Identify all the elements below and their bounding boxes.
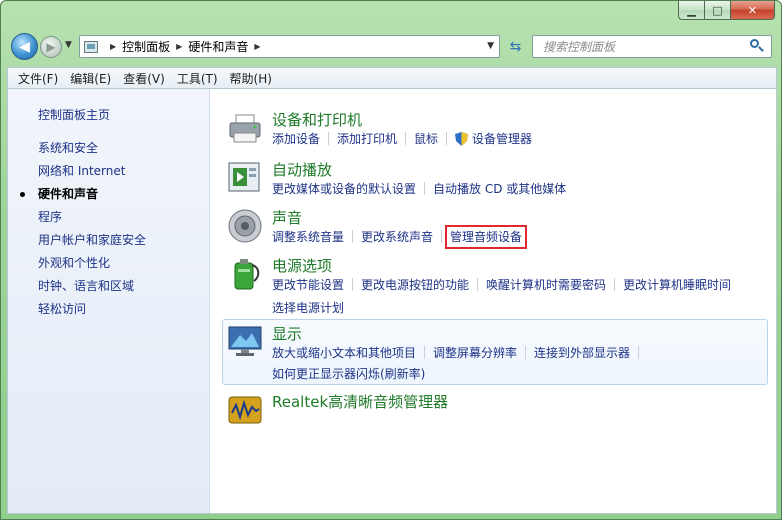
link-change-sleep-time[interactable]: 更改计算机睡眠时间 [623, 278, 731, 292]
recent-pages-dropdown-icon[interactable]: ▼ [65, 40, 72, 50]
sidebar-item-network[interactable]: 网络和 Internet [8, 160, 209, 183]
link-require-password-on-wake[interactable]: 唤醒计算机时需要密码 [486, 278, 606, 292]
menu-edit[interactable]: 编辑(E) [64, 70, 117, 87]
uac-shield-icon [455, 132, 469, 146]
close-button[interactable]: ✕ [731, 1, 775, 20]
autoplay-icon[interactable] [226, 159, 264, 197]
link-change-system-sounds[interactable]: 更改系统声音 [361, 230, 433, 244]
sidebar-item-hardware-sound[interactable]: 硬件和声音 [8, 183, 209, 206]
link-change-power-button[interactable]: 更改电源按钮的功能 [361, 278, 469, 292]
search-box[interactable] [532, 35, 772, 58]
category-title[interactable]: 显示 [272, 323, 302, 344]
search-icon[interactable] [749, 38, 765, 54]
link-device-manager[interactable]: 设备管理器 [472, 132, 532, 146]
speaker-icon[interactable] [226, 207, 264, 245]
refresh-button[interactable]: ⇆ [503, 35, 528, 58]
link-manage-audio-devices[interactable]: 管理音频设备 [445, 225, 528, 249]
link-autoplay-cd[interactable]: 自动播放 CD 或其他媒体 [433, 182, 566, 196]
category-title[interactable]: 电源选项 [272, 255, 332, 276]
address-bar[interactable]: ▶ 控制面板 ▶ 硬件和声音 ▶ ▼ [79, 35, 500, 58]
link-change-power-saving[interactable]: 更改节能设置 [272, 278, 344, 292]
sidebar-item-programs[interactable]: 程序 [8, 206, 209, 229]
link-zoom-text[interactable]: 放大或缩小文本和其他项目 [272, 346, 416, 360]
category-title[interactable]: Realtek高清晰音频管理器 [272, 391, 448, 412]
back-button[interactable]: ◀ [11, 33, 38, 60]
menu-file[interactable]: 文件(F) [12, 70, 64, 87]
forward-button[interactable]: ▶ [40, 36, 62, 58]
main-panel: 设备和打印机 添加设备 添加打印机 鼠标 设备管理器 自动播放 更改媒体或设备的默认设… [210, 89, 776, 513]
sidebar: 控制面板主页 系统和安全 网络和 Internet 硬件和声音 程序 用户帐户和… [8, 89, 210, 513]
search-input[interactable] [541, 38, 741, 55]
breadcrumb-hardware-sound[interactable]: 硬件和声音 [188, 38, 248, 55]
menu-help[interactable]: 帮助(H) [224, 70, 278, 87]
sidebar-item-clock-region[interactable]: 时钟、语言和区域 [8, 275, 209, 298]
category-title[interactable]: 自动播放 [272, 159, 332, 180]
breadcrumb-arrow-icon[interactable]: ▶ [176, 42, 182, 51]
category-links: 放大或缩小文本和其他项目 调整屏幕分辨率 连接到外部显示器 [272, 344, 647, 361]
breadcrumb-arrow-icon[interactable]: ▶ [110, 42, 116, 51]
link-adjust-resolution[interactable]: 调整屏幕分辨率 [433, 346, 517, 360]
link-change-media-defaults[interactable]: 更改媒体或设备的默认设置 [272, 182, 416, 196]
sidebar-item-system-security[interactable]: 系统和安全 [8, 137, 209, 160]
category-links: 调整系统音量 更改系统声音 管理音频设备 [272, 225, 528, 249]
category-links: 添加设备 添加打印机 鼠标 设备管理器 [272, 130, 532, 147]
menu-bar: 文件(F) 编辑(E) 查看(V) 工具(T) 帮助(H) [7, 67, 777, 88]
monitor-icon[interactable] [226, 323, 264, 361]
link-fix-flicker[interactable]: 如何更正显示器闪烁(刷新率) [272, 367, 425, 381]
realtek-audio-icon[interactable] [226, 391, 264, 429]
printer-icon[interactable] [226, 109, 264, 147]
address-dropdown-icon[interactable]: ▼ [487, 41, 494, 51]
sidebar-item-ease-of-access[interactable]: 轻松访问 [8, 298, 209, 321]
link-connect-external-display[interactable]: 连接到外部显示器 [534, 346, 630, 360]
sidebar-item-user-accounts[interactable]: 用户帐户和家庭安全 [8, 229, 209, 252]
link-adjust-volume[interactable]: 调整系统音量 [272, 230, 344, 244]
menu-tools[interactable]: 工具(T) [171, 70, 224, 87]
category-title[interactable]: 设备和打印机 [272, 109, 362, 130]
link-add-device[interactable]: 添加设备 [272, 132, 320, 146]
refresh-icon: ⇆ [509, 38, 522, 55]
category-links-row2: 选择电源计划 [272, 299, 344, 316]
category-links-row2: 如何更正显示器闪烁(刷新率) [272, 365, 425, 382]
control-panel-icon [84, 40, 98, 53]
navigation-bar: ◀ ▶ ▼ ▶ 控制面板 ▶ 硬件和声音 ▶ ▼ ⇆ [1, 31, 781, 63]
breadcrumb-control-panel[interactable]: 控制面板 [122, 38, 170, 55]
content-area: 控制面板主页 系统和安全 网络和 Internet 硬件和声音 程序 用户帐户和… [7, 88, 777, 514]
link-mouse[interactable]: 鼠标 [414, 132, 438, 146]
category-links: 更改节能设置 更改电源按钮的功能 唤醒计算机时需要密码 更改计算机睡眠时间 [272, 276, 731, 293]
sidebar-item-home[interactable]: 控制面板主页 [8, 104, 209, 127]
caption-buttons: ▁ □ ✕ [678, 1, 775, 21]
link-choose-power-plan[interactable]: 选择电源计划 [272, 301, 344, 315]
control-panel-window: ▁ □ ✕ ◀ ▶ ▼ ▶ 控制面板 ▶ 硬件和声音 ▶ ▼ ⇆ 文件(F) 编… [0, 0, 782, 520]
breadcrumb-arrow-icon[interactable]: ▶ [254, 42, 260, 51]
menu-view[interactable]: 查看(V) [117, 70, 171, 87]
sidebar-item-appearance[interactable]: 外观和个性化 [8, 252, 209, 275]
category-title[interactable]: 声音 [272, 207, 302, 228]
maximize-button[interactable]: □ [705, 1, 731, 20]
battery-icon[interactable] [226, 255, 264, 293]
minimize-button[interactable]: ▁ [678, 1, 705, 20]
link-add-printer[interactable]: 添加打印机 [337, 132, 397, 146]
category-links: 更改媒体或设备的默认设置 自动播放 CD 或其他媒体 [272, 180, 566, 197]
